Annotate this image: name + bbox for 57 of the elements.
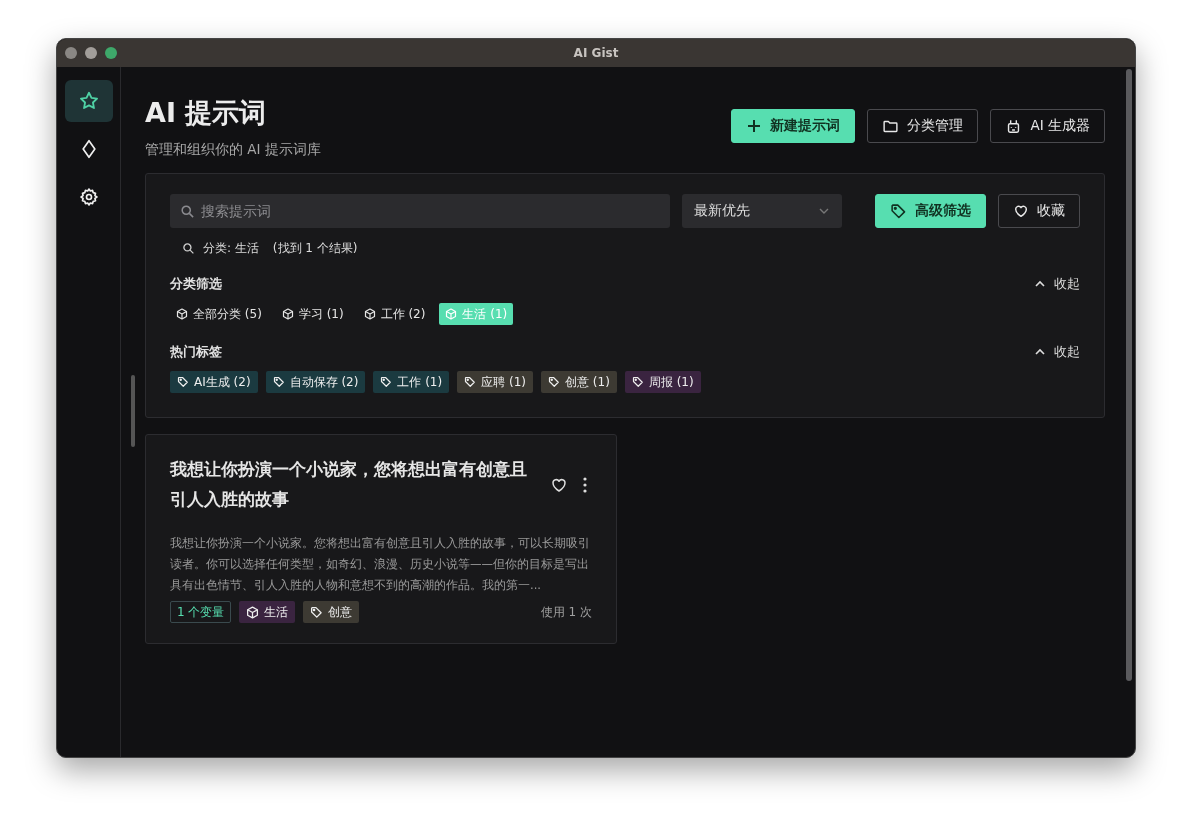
tag-icon [548, 376, 560, 388]
ai-generator-button[interactable]: AI 生成器 [990, 109, 1105, 143]
tag-chip[interactable]: 工作 (1) [373, 371, 450, 393]
search-icon [182, 242, 195, 255]
cube-icon [281, 308, 294, 320]
collapse-button[interactable]: 收起 [1034, 275, 1080, 293]
cube-icon [445, 308, 458, 320]
tag-badge: 创意 [303, 601, 360, 623]
window-title: AI Gist [573, 46, 619, 60]
section-title: 分类筛选 [170, 275, 222, 293]
tag-chip[interactable]: 自动保存 (2) [265, 371, 366, 393]
tag-chip[interactable]: 周报 (1) [624, 371, 701, 393]
zoom-button[interactable] [105, 47, 117, 59]
cube-icon [176, 308, 188, 320]
result-count: (找到 1 个结果) [272, 240, 358, 257]
category-chip[interactable]: 全部分类 (5) [170, 303, 268, 325]
favorites-button[interactable]: 收藏 [998, 194, 1080, 228]
category-chip[interactable]: 学习 (1) [275, 303, 350, 325]
tag-icon [310, 605, 324, 619]
tag-chip[interactable]: 创意 (1) [541, 371, 617, 393]
new-prompt-button[interactable]: 新建提示词 [731, 109, 856, 143]
usage-count: 使用 1 次 [540, 603, 592, 621]
page-title: AI 提示词 [145, 96, 268, 130]
tag-chip[interactable]: AI生成 (2) [170, 371, 258, 393]
sort-select[interactable]: 最新优先 [682, 194, 842, 228]
cube-icon [246, 605, 260, 619]
settings-icon [78, 187, 99, 207]
cube-icon [363, 308, 376, 320]
variable-count-badge: 1 个变量 [170, 601, 232, 623]
category-badge: 生活 [239, 601, 296, 623]
tag-icon [631, 376, 644, 388]
page-subtitle: 管理和组织你的 AI 提示词库 [145, 141, 321, 159]
active-filter-text: 分类: 生活 [203, 240, 259, 257]
scrollbar-thumb[interactable] [1126, 69, 1132, 681]
scrollbar-thumb[interactable] [131, 375, 135, 447]
card-title: 我想让你扮演一个小说家，您将想出富有创意且引人入胜的故事 [170, 459, 528, 511]
section-title: 热门标签 [170, 343, 222, 361]
advanced-filter-button[interactable]: 高级筛选 [875, 194, 986, 228]
star-icon [77, 90, 100, 112]
close-button[interactable] [65, 47, 77, 59]
tag-chip[interactable]: 应聘 (1) [457, 371, 533, 393]
minimize-button[interactable] [85, 47, 97, 59]
tag-icon [177, 376, 189, 388]
search-field[interactable]: 搜索提示词 [170, 194, 670, 228]
tag-icon [464, 376, 477, 388]
category-chip[interactable]: 工作 (2) [357, 303, 432, 325]
plus-icon [746, 118, 763, 134]
heart-icon [1013, 203, 1029, 219]
favorite-heart-icon[interactable] [550, 476, 568, 494]
category-manage-button[interactable]: 分类管理 [867, 109, 979, 143]
tag-icon [272, 376, 285, 388]
tag-icon [890, 202, 907, 220]
prompts-nav-button[interactable] [64, 80, 113, 122]
collapse-button[interactable]: 收起 [1034, 343, 1080, 361]
prompt-card[interactable]: 我想让你扮演一个小说家，您将想出富有创意且引人入胜的故事 我想让你扮演一个小说家。您将想出富有创意且引人入胜的故事，可以长期吸引读者。你可以选择任何类型，如奇幻、浪漫、历史小说等——但你的目标是写出具有出色情节、引人入胜的人物和意想不到的高潮的作品。我的第一... 1 个变量 生活 创意 使用 1 次 [145, 434, 617, 644]
card-description: 我想让你扮演一个小说家。您将想出富有创意且引人入胜的故事，可以长期吸引读者。你可以选择任何类型，如奇幻、浪漫、历史小说等——但你的目标是写出具有出色情节、引人入胜的人物和意想不到的高潮的作品。我的第一... [170, 535, 591, 594]
tag-icon [380, 376, 393, 388]
